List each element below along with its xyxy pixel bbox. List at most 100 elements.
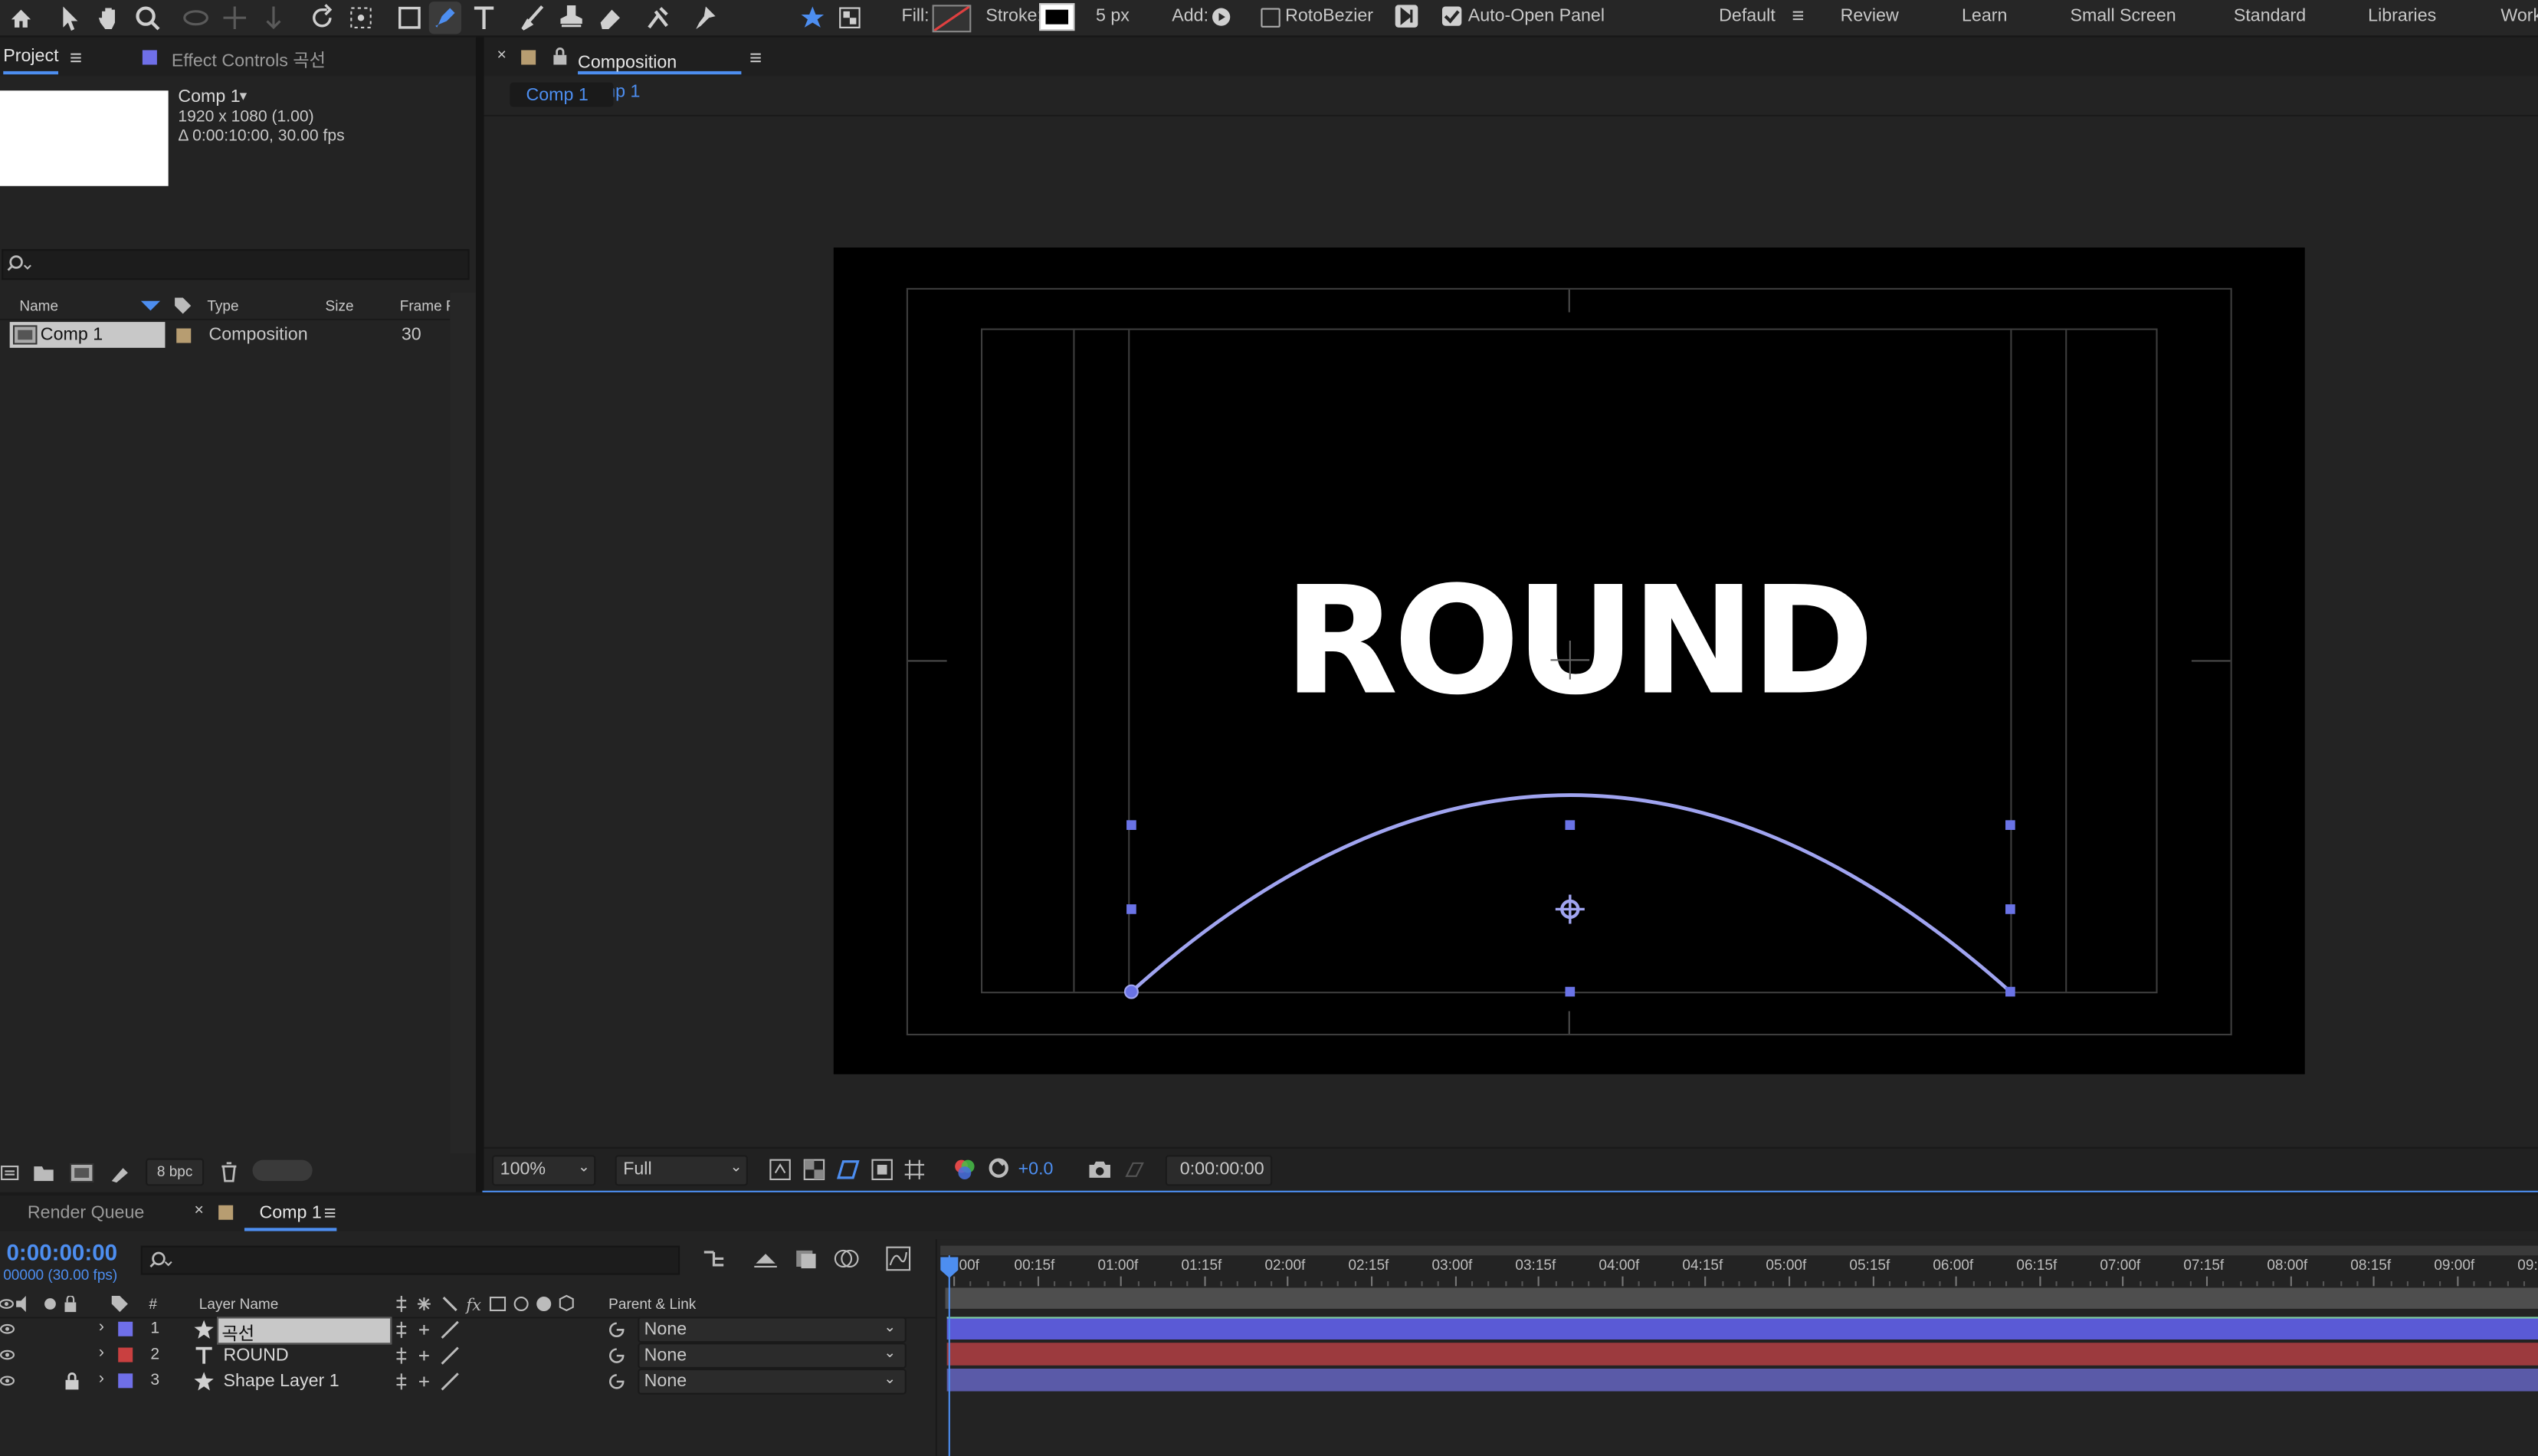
workspace-default[interactable]: Default bbox=[1719, 6, 1776, 25]
rotobezier-checkbox[interactable] bbox=[1261, 8, 1280, 28]
sort-arrow-icon[interactable] bbox=[140, 300, 161, 311]
exposure-value[interactable]: +0.0 bbox=[1018, 1160, 1054, 1179]
playhead-line[interactable] bbox=[948, 1255, 950, 1456]
layer-row-2[interactable]: › 2 ROUND None ⌄ bbox=[0, 1343, 936, 1369]
col-layer-name[interactable]: Layer Name bbox=[199, 1296, 279, 1312]
reset-exposure-icon[interactable] bbox=[987, 1156, 1010, 1179]
new-folder-icon[interactable] bbox=[32, 1163, 55, 1182]
layer-switches[interactable] bbox=[396, 1320, 461, 1340]
layer-switches[interactable] bbox=[396, 1346, 461, 1365]
comp-info-dropdown-icon[interactable]: ▾ bbox=[240, 87, 248, 105]
workspace-standard[interactable]: Standard bbox=[2234, 6, 2306, 25]
bit-depth-button[interactable]: 8 bpc bbox=[146, 1158, 205, 1186]
project-search-input[interactable] bbox=[2, 249, 470, 280]
layer-name[interactable]: Shape Layer 1 bbox=[223, 1372, 339, 1391]
graph-editor-icon[interactable] bbox=[885, 1246, 911, 1272]
workspace-small-screen[interactable]: Small Screen bbox=[2071, 6, 2176, 25]
expand-layer-chevron-icon[interactable]: › bbox=[99, 1370, 104, 1388]
parent-dropdown[interactable]: None ⌄ bbox=[638, 1317, 907, 1343]
layer-row-1[interactable]: › 1 곡선 None ⌄ bbox=[0, 1317, 936, 1345]
add-dropdown-icon[interactable] bbox=[1212, 8, 1231, 26]
curve-shape-path[interactable] bbox=[834, 248, 2305, 1074]
layer-bar-1[interactable] bbox=[946, 1317, 2538, 1340]
close-composition-icon[interactable]: × bbox=[497, 47, 506, 64]
work-area-bar[interactable] bbox=[945, 1287, 2538, 1309]
visibility-eye-icon[interactable] bbox=[0, 1375, 15, 1386]
anchor-point-icon[interactable] bbox=[1554, 893, 1586, 925]
resolution-dropdown[interactable]: Full ⌄ bbox=[615, 1155, 748, 1186]
clone-stamp-tool-icon[interactable] bbox=[555, 2, 587, 34]
close-timeline-icon[interactable]: × bbox=[194, 1202, 203, 1220]
panel-toggle-icon[interactable] bbox=[1395, 5, 1418, 28]
visibility-eye-icon[interactable] bbox=[0, 1323, 15, 1335]
thumbnail-size-slider[interactable] bbox=[252, 1159, 313, 1182]
tab-project[interactable]: Project bbox=[3, 47, 59, 75]
project-menu-icon[interactable]: ≡ bbox=[70, 45, 82, 70]
dolly-camera-icon[interactable] bbox=[257, 2, 290, 34]
current-time-display[interactable]: 0:00:00:00 bbox=[1165, 1155, 1273, 1186]
lock-icon[interactable] bbox=[552, 47, 568, 65]
time-ruler[interactable]: 0:00f 00:15f 01:00f 01:15f 02:00f 02:15f 03:00… bbox=[937, 1255, 2538, 1287]
playhead-handle-icon[interactable] bbox=[940, 1257, 959, 1280]
project-settings-icon[interactable] bbox=[109, 1163, 132, 1183]
roto-brush-tool-icon[interactable] bbox=[643, 2, 675, 34]
pick-whip-icon[interactable] bbox=[607, 1320, 626, 1340]
fill-swatch[interactable] bbox=[932, 5, 972, 33]
rectangle-tool-icon[interactable] bbox=[393, 2, 425, 34]
brush-tool-icon[interactable] bbox=[516, 2, 549, 34]
home-icon[interactable] bbox=[5, 2, 37, 34]
puppet-pin-tool-icon[interactable] bbox=[688, 2, 720, 34]
pen-tool-icon[interactable] bbox=[428, 2, 461, 34]
mask-mode-icon[interactable] bbox=[834, 2, 866, 34]
workspace-more[interactable]: Work bbox=[2500, 6, 2538, 25]
hide-shy-layers-icon[interactable] bbox=[793, 1248, 819, 1271]
stroke-swatch[interactable] bbox=[1039, 3, 1075, 31]
item-label-swatch[interactable] bbox=[176, 328, 192, 343]
stroke-width-value[interactable]: 5 px bbox=[1096, 6, 1130, 25]
type-tool-icon[interactable] bbox=[467, 2, 500, 34]
col-name[interactable]: Name bbox=[19, 297, 58, 313]
hand-tool-icon[interactable] bbox=[92, 2, 124, 34]
workspace-menu-icon[interactable]: ≡ bbox=[1792, 3, 1804, 28]
expand-layer-chevron-icon[interactable]: › bbox=[99, 1344, 104, 1362]
composition-canvas[interactable]: ROUND bbox=[833, 247, 2305, 1074]
expand-layer-chevron-icon[interactable]: › bbox=[99, 1319, 104, 1336]
snapshot-camera-icon[interactable] bbox=[1087, 1159, 1112, 1179]
visibility-eye-icon[interactable] bbox=[0, 1349, 15, 1361]
tab-render-queue[interactable]: Render Queue bbox=[28, 1204, 144, 1223]
grid-guide-options-icon[interactable] bbox=[903, 1159, 926, 1182]
composition-flowchart-icon[interactable] bbox=[701, 1248, 727, 1271]
layer-name[interactable]: ROUND bbox=[223, 1346, 288, 1365]
parent-dropdown[interactable]: None ⌄ bbox=[638, 1368, 907, 1395]
pick-whip-icon[interactable] bbox=[607, 1372, 626, 1391]
parent-dropdown[interactable]: None ⌄ bbox=[638, 1343, 907, 1369]
workspace-review[interactable]: Review bbox=[1841, 6, 1899, 25]
layer-bar-2[interactable] bbox=[946, 1343, 2538, 1366]
magnification-dropdown[interactable]: 100% ⌄ bbox=[492, 1155, 596, 1186]
workspace-learn[interactable]: Learn bbox=[1962, 6, 2007, 25]
delete-trash-icon[interactable] bbox=[220, 1162, 238, 1182]
mask-visibility-icon[interactable] bbox=[837, 1159, 860, 1182]
pan-camera-icon[interactable] bbox=[218, 2, 251, 34]
layer-lock-icon[interactable] bbox=[64, 1372, 79, 1390]
layer-bar-3[interactable] bbox=[946, 1368, 2538, 1392]
tool-option-star-icon[interactable] bbox=[796, 2, 828, 34]
timeline-search-input[interactable] bbox=[140, 1245, 680, 1275]
draft-3d-icon[interactable] bbox=[753, 1248, 779, 1271]
new-composition-icon[interactable] bbox=[69, 1163, 94, 1183]
rotation-tool-icon[interactable] bbox=[306, 2, 338, 34]
region-of-interest-icon[interactable] bbox=[871, 1159, 894, 1182]
label-tag-icon[interactable] bbox=[173, 296, 192, 315]
transparency-grid-icon[interactable] bbox=[803, 1159, 826, 1182]
layer-switches[interactable] bbox=[396, 1372, 461, 1391]
project-scrollbar[interactable] bbox=[450, 293, 476, 1154]
frame-blending-icon[interactable] bbox=[834, 1248, 860, 1271]
col-type[interactable]: Type bbox=[207, 297, 238, 313]
layer-row-3[interactable]: › 3 Shape Layer 1 None ⌄ bbox=[0, 1368, 936, 1395]
layer-label-color[interactable] bbox=[118, 1347, 133, 1363]
interpret-footage-icon[interactable] bbox=[0, 1163, 19, 1182]
timeline-track-area[interactable]: 0:00f 00:15f 01:00f 01:15f 02:00f 02:15f 03:00… bbox=[935, 1239, 2538, 1456]
zoom-tool-icon[interactable] bbox=[131, 2, 163, 34]
show-snapshot-icon[interactable] bbox=[1123, 1159, 1146, 1179]
workspace-libraries[interactable]: Libraries bbox=[2368, 6, 2436, 25]
